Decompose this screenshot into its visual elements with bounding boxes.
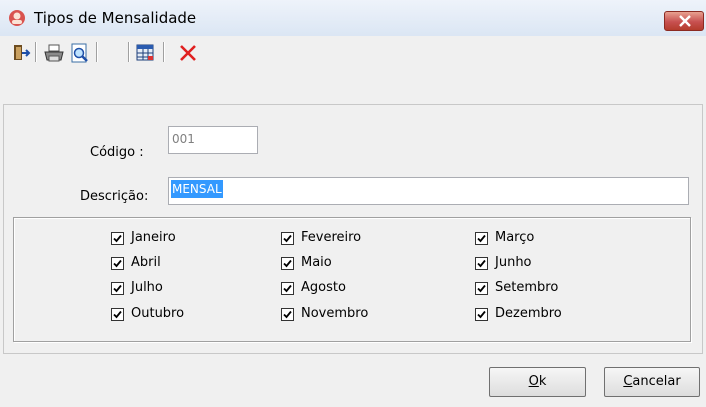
month-label: Junho (495, 255, 532, 270)
checkmark-icon (283, 234, 292, 243)
checkbox[interactable] (281, 257, 294, 270)
checkbox[interactable] (475, 282, 488, 295)
month-label: Novembro (301, 306, 369, 321)
checkbox[interactable] (281, 308, 294, 321)
month-label: Maio (301, 255, 332, 270)
month-label: Janeiro (131, 230, 176, 245)
delete-icon[interactable] (177, 42, 199, 64)
cancel-button[interactable]: Cancelar (604, 367, 700, 397)
checkmark-icon (113, 259, 122, 268)
checkmark-icon (283, 259, 292, 268)
descricao-value: MENSAL (171, 180, 223, 198)
checkmark-icon (477, 234, 486, 243)
codigo-field[interactable]: 001 (168, 126, 258, 154)
close-button[interactable] (664, 11, 704, 31)
title-bar[interactable]: Tipos de Mensalidade (0, 0, 706, 36)
checkbox[interactable] (475, 257, 488, 270)
checkbox[interactable] (475, 232, 488, 245)
descricao-label: Descrição: (80, 189, 149, 204)
checkmark-icon (113, 284, 122, 293)
toolbar-separator (128, 42, 130, 62)
checkmark-icon (477, 310, 486, 319)
month-label: Agosto (301, 280, 346, 295)
checkmark-icon (477, 259, 486, 268)
descricao-field[interactable]: MENSAL (168, 177, 689, 205)
checkbox[interactable] (111, 257, 124, 270)
window-title: Tipos de Mensalidade (34, 9, 197, 27)
print-preview-icon[interactable] (69, 42, 91, 64)
toolbar-separator (35, 42, 37, 62)
checkmark-icon (283, 310, 292, 319)
toolbar-separator (96, 42, 98, 62)
checkmark-icon (113, 310, 122, 319)
month-label: Abril (131, 255, 161, 270)
checkbox[interactable] (111, 308, 124, 321)
ok-button[interactable]: Ok (489, 367, 586, 397)
toolbar-separator (163, 42, 165, 62)
ok-accesskey: O (528, 374, 539, 389)
close-icon (679, 15, 691, 27)
codigo-value: 001 (172, 132, 195, 146)
dialog-window: Tipos de Mensalidade Código: 001 Descri… (0, 0, 706, 407)
ok-label: k (538, 374, 547, 389)
month-label: Fevereiro (301, 230, 362, 245)
months-group: Janeiro Fevereiro Março Abril Maio Junho Julho… (13, 217, 691, 342)
grid-view-icon[interactable] (134, 42, 156, 64)
printer-icon[interactable] (43, 42, 65, 64)
month-label: Setembro (495, 280, 559, 295)
checkmark-icon (283, 284, 292, 293)
checkbox[interactable] (281, 282, 294, 295)
toolbar (0, 36, 706, 68)
checkbox[interactable] (281, 232, 294, 245)
month-label: Dezembro (495, 306, 562, 321)
checkbox[interactable] (111, 232, 124, 245)
checkbox[interactable] (111, 282, 124, 295)
cancel-label: ancelar (632, 374, 681, 389)
codigo-label: Código : (90, 145, 144, 160)
exit-icon[interactable] (10, 42, 32, 64)
checkmark-icon (477, 284, 486, 293)
checkbox[interactable] (475, 308, 488, 321)
month-label: Março (495, 230, 535, 245)
app-icon (9, 10, 25, 26)
month-label: Julho (131, 280, 163, 295)
checkmark-icon (113, 234, 122, 243)
month-label: Outubro (131, 306, 185, 321)
